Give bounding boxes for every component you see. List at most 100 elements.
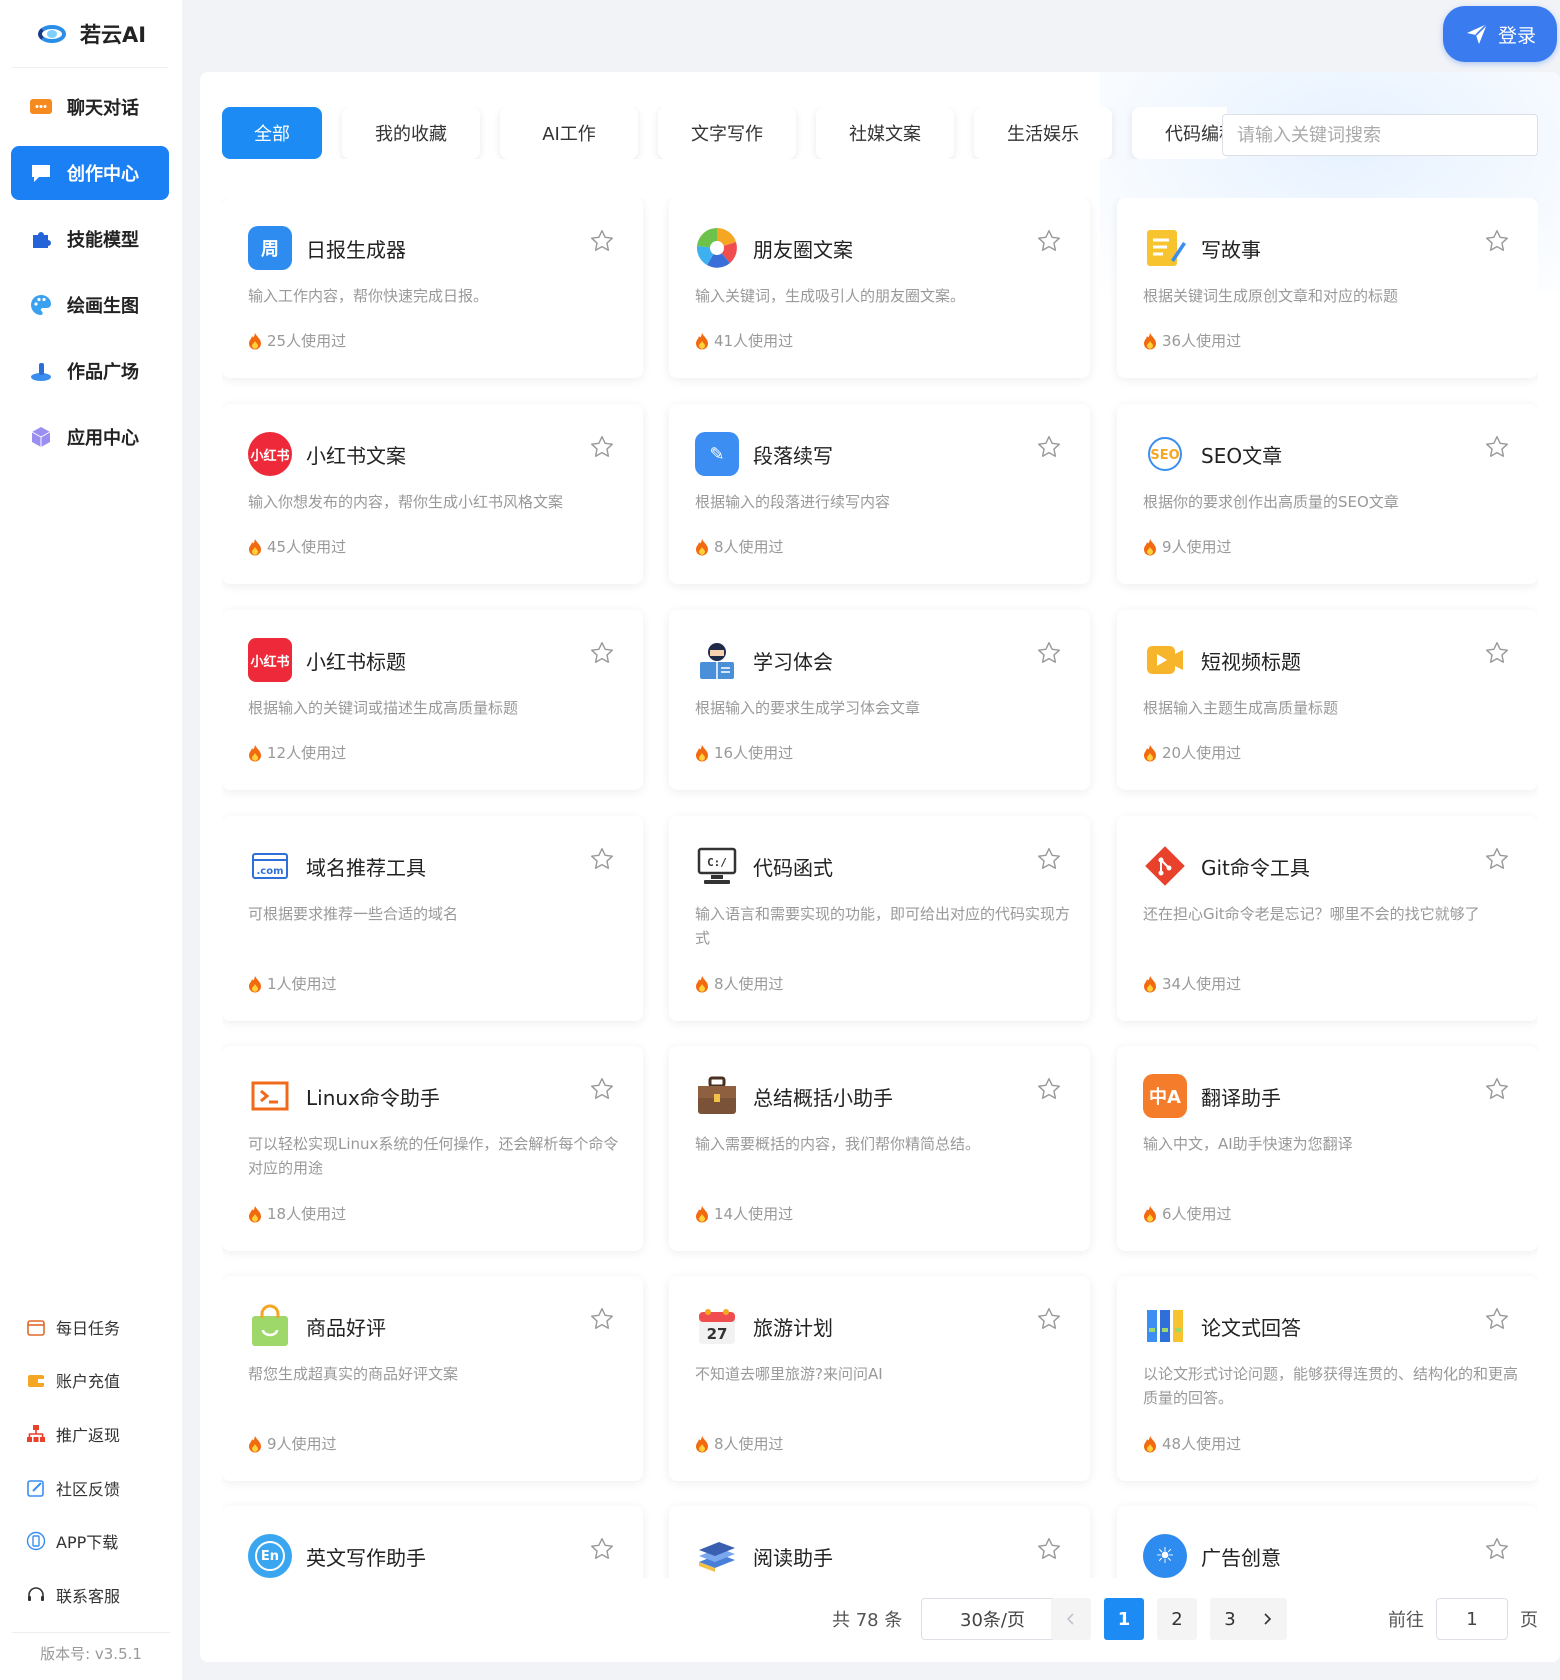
page-button-3[interactable]: 3 xyxy=(1210,1598,1250,1640)
app-card[interactable]: Git命令工具 还在担心Git命令老是忘记？哪里不会的找它就够了 34人使用过 xyxy=(1117,816,1538,1021)
bottom-nav-item-0[interactable]: 每日任务 xyxy=(0,1300,182,1354)
usage-count: 45人使用过 xyxy=(248,536,346,557)
brand[interactable]: 若云AI xyxy=(12,0,168,68)
usage-text: 8人使用过 xyxy=(714,975,784,993)
flame-icon xyxy=(1143,332,1157,350)
nav-item-2[interactable]: 技能模型 xyxy=(11,212,169,266)
tab-2[interactable]: AI工作 xyxy=(500,107,638,159)
bottom-nav-item-1[interactable]: 账户充值 xyxy=(0,1354,182,1408)
tab-3[interactable]: 文字写作 xyxy=(658,107,796,159)
usage-count: 36人使用过 xyxy=(1143,330,1241,351)
video-icon xyxy=(1143,638,1187,682)
usage-count: 16人使用过 xyxy=(695,742,793,763)
tab-1[interactable]: 我的收藏 xyxy=(342,107,480,159)
favorite-star-icon[interactable] xyxy=(1484,1306,1510,1332)
bottom-nav-label: 联系客服 xyxy=(56,1586,121,1606)
app-card[interactable]: 小红书 小红书文案 输入你想发布的内容，帮你生成小红书风格文案 45人使用过 xyxy=(222,404,643,584)
tab-5[interactable]: 生活娱乐 xyxy=(974,107,1112,159)
search-input[interactable] xyxy=(1222,114,1538,156)
bottom-nav-item-2[interactable]: 推广返现 xyxy=(0,1407,182,1461)
app-card[interactable]: .com 域名推荐工具 可根据要求推荐一些合适的域名 1人使用过 xyxy=(222,816,643,1021)
app-card[interactable]: 学习体会 根据输入的要求生成学习体会文章 16人使用过 xyxy=(669,610,1090,790)
app-card[interactable]: 朋友圈文案 输入关键词，生成吸引人的朋友圈文案。 41人使用过 xyxy=(669,198,1090,378)
page-button-2[interactable]: 2 xyxy=(1157,1598,1197,1640)
favorite-star-icon[interactable] xyxy=(1036,640,1062,666)
app-card[interactable]: 阅读助手 xyxy=(669,1506,1090,1578)
usage-count: 14人使用过 xyxy=(695,1203,793,1224)
books-icon xyxy=(695,1534,739,1578)
favorite-star-icon[interactable] xyxy=(1484,640,1510,666)
app-card[interactable]: 周日报生成器 输入工作内容，帮你快速完成日报。 25人使用过 xyxy=(222,198,643,378)
headset-icon xyxy=(26,1585,46,1605)
phone-icon xyxy=(26,1531,46,1551)
favorite-star-icon[interactable] xyxy=(1036,1536,1062,1562)
nav-item-0[interactable]: 聊天对话 xyxy=(11,80,169,134)
usage-text: 1人使用过 xyxy=(267,975,337,993)
usage-count: 34人使用过 xyxy=(1143,973,1241,994)
favorite-star-icon[interactable] xyxy=(1484,1076,1510,1102)
favorite-star-icon[interactable] xyxy=(1484,434,1510,460)
card-title: 英文写作助手 xyxy=(306,1546,426,1570)
favorite-star-icon[interactable] xyxy=(1036,1076,1062,1102)
favorite-star-icon[interactable] xyxy=(589,434,615,460)
nav-item-3[interactable]: 绘画生图 xyxy=(11,278,169,332)
usage-text: 41人使用过 xyxy=(714,332,794,350)
binders-icon xyxy=(1143,1304,1187,1348)
tab-0[interactable]: 全部 xyxy=(222,107,322,159)
favorite-star-icon[interactable] xyxy=(1484,846,1510,872)
nav-item-1[interactable]: 创作中心 xyxy=(11,146,169,200)
favorite-star-icon[interactable] xyxy=(589,640,615,666)
card-description: 根据输入的要求生成学习体会文章 xyxy=(695,699,921,717)
app-card[interactable]: C:/ 代码函式 输入语言和需要实现的功能，即可给出对应的代码实现方式 8人使用过 xyxy=(669,816,1090,1021)
favorite-star-icon[interactable] xyxy=(1036,434,1062,460)
bottom-nav-item-4[interactable]: APP下载 xyxy=(0,1514,182,1568)
favorite-star-icon[interactable] xyxy=(1036,1306,1062,1332)
favorite-star-icon[interactable] xyxy=(1036,846,1062,872)
app-card[interactable]: 小红书 小红书标题 根据输入的关键词或描述生成高质量标题 12人使用过 xyxy=(222,610,643,790)
prev-page-button[interactable] xyxy=(1051,1598,1091,1640)
flame-icon xyxy=(1143,1205,1157,1223)
favorite-star-icon[interactable] xyxy=(589,228,615,254)
app-card[interactable]: 论文式回答 以论文形式讨论问题，能够获得连贯的、结构化的和更高质量的回答。 48人使… xyxy=(1117,1276,1538,1481)
favorite-star-icon[interactable] xyxy=(1036,228,1062,254)
favorite-star-icon[interactable] xyxy=(589,1076,615,1102)
favorite-star-icon[interactable] xyxy=(589,1306,615,1332)
page-button-1[interactable]: 1 xyxy=(1104,1598,1144,1640)
app-card[interactable]: Linux命令助手 可以轻松实现Linux系统的任何操作，还会解析每个命令对应的用… xyxy=(222,1046,643,1251)
usage-text: 20人使用过 xyxy=(1162,744,1242,762)
card-title: Git命令工具 xyxy=(1201,856,1310,880)
app-card[interactable]: 商品好评 帮您生成超真实的商品好评文案 9人使用过 xyxy=(222,1276,643,1481)
login-button[interactable]: 登录 xyxy=(1443,6,1557,62)
bottom-nav-item-5[interactable]: 联系客服 xyxy=(0,1568,182,1622)
favorite-star-icon[interactable] xyxy=(589,1536,615,1562)
svg-text:.com: .com xyxy=(256,866,283,877)
app-card[interactable]: ✎ 段落续写 根据输入的段落进行续写内容 8人使用过 xyxy=(669,404,1090,584)
app-card[interactable]: ☀ 广告创意 xyxy=(1117,1506,1538,1578)
tab-6[interactable]: 代码编程 xyxy=(1132,107,1227,159)
card-title: 翻译助手 xyxy=(1201,1086,1281,1110)
usage-count: 8人使用过 xyxy=(695,973,784,994)
flame-icon xyxy=(695,975,709,993)
app-card[interactable]: 中A 翻译助手 输入中文，AI助手快速为您翻译 6人使用过 xyxy=(1117,1046,1538,1251)
next-page-button[interactable] xyxy=(1247,1598,1287,1640)
app-card[interactable]: SEO SEO文章 根据你的要求创作出高质量的SEO文章 9人使用过 xyxy=(1117,404,1538,584)
tab-4[interactable]: 社媒文案 xyxy=(816,107,954,159)
svg-text:C:/: C:/ xyxy=(707,856,727,869)
usage-text: 36人使用过 xyxy=(1162,332,1242,350)
app-card[interactable]: 写故事 根据关键词生成原创文章和对应的标题 36人使用过 xyxy=(1117,198,1538,378)
nav-item-5[interactable]: 应用中心 xyxy=(11,410,169,464)
favorite-star-icon[interactable] xyxy=(1484,228,1510,254)
app-card[interactable]: En 英文写作助手 xyxy=(222,1506,643,1578)
app-card[interactable]: 总结概括小助手 输入需要概括的内容，我们帮你精简总结。 14人使用过 xyxy=(669,1046,1090,1251)
goto-page-input[interactable] xyxy=(1436,1598,1508,1640)
usage-text: 8人使用过 xyxy=(714,1435,784,1453)
app-card[interactable]: 27 旅游计划 不知道去哪里旅游?来问问AI 8人使用过 xyxy=(669,1276,1090,1481)
favorite-star-icon[interactable] xyxy=(589,846,615,872)
cube-icon xyxy=(29,425,53,449)
usage-count: 8人使用过 xyxy=(695,536,784,557)
favorite-star-icon[interactable] xyxy=(1484,1536,1510,1562)
app-card[interactable]: 短视频标题 根据输入主题生成高质量标题 20人使用过 xyxy=(1117,610,1538,790)
bottom-nav-item-3[interactable]: 社区反馈 xyxy=(0,1461,182,1515)
usage-text: 8人使用过 xyxy=(714,538,784,556)
nav-item-4[interactable]: 作品广场 xyxy=(11,344,169,398)
